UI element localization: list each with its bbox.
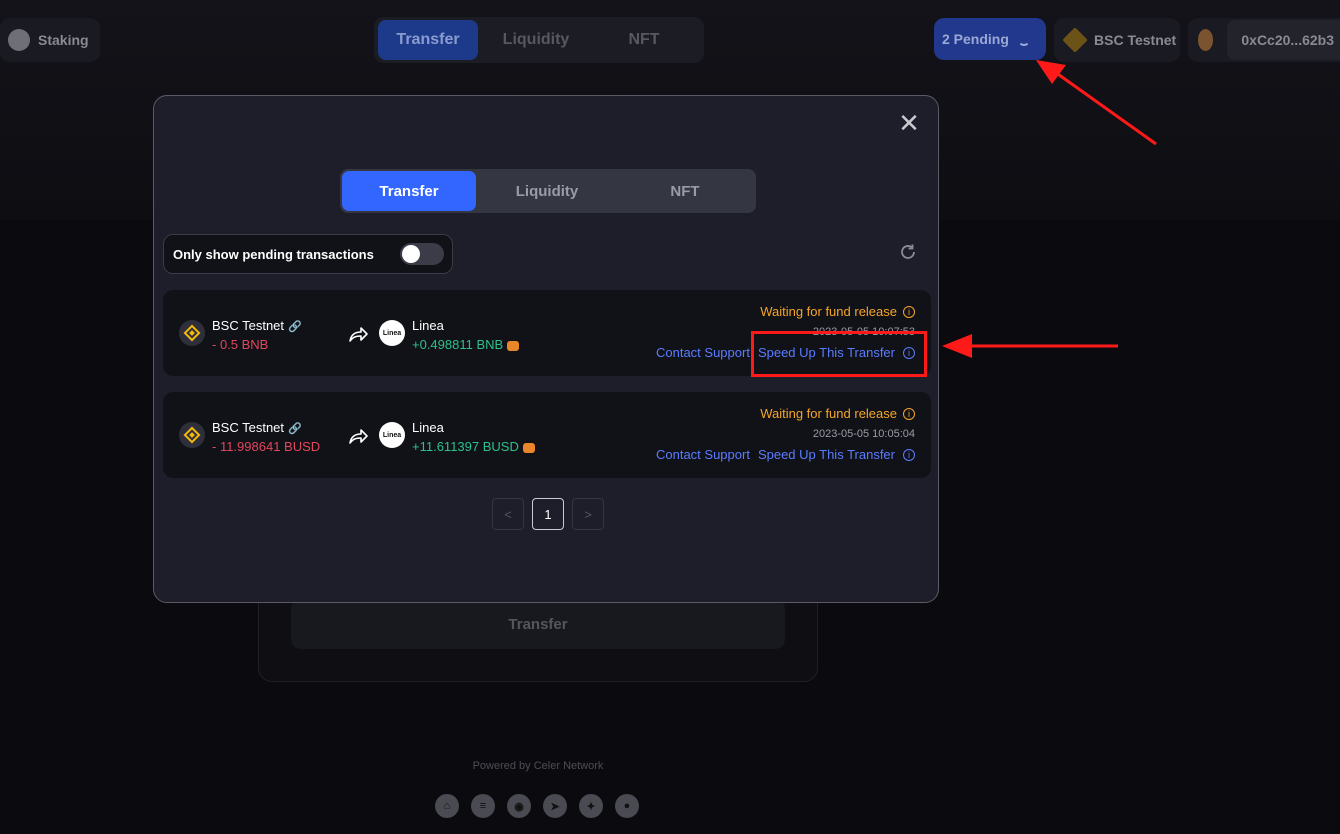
metamask-add-token-icon[interactable]: [507, 340, 520, 351]
pending-button[interactable]: 2 Pending: [934, 18, 1046, 60]
transfer-submit-button[interactable]: Transfer: [291, 599, 785, 649]
docs-icon[interactable]: ≡: [471, 794, 495, 818]
pending-filter: Only show pending transactions: [163, 234, 453, 274]
top-tab-nft[interactable]: NFT: [594, 20, 694, 60]
bnb-chain-icon: [179, 422, 205, 448]
wallet-address: 0xCc20...62b3: [1227, 20, 1340, 60]
linea-chain-icon: Linea: [379, 422, 405, 448]
to-amount: +0.498811 BNB: [412, 337, 520, 352]
row-actions: Contact Support Speed Up This Transfer i: [656, 447, 915, 462]
contact-support-link[interactable]: Contact Support: [656, 447, 750, 462]
toggle-knob: [402, 245, 420, 263]
share-arrow-icon: [349, 327, 368, 342]
home-icon[interactable]: ⌂: [435, 794, 459, 818]
info-icon[interactable]: i: [903, 407, 915, 420]
transaction-row: BSC Testnet 🔗 - 11.998641 BUSD Linea Line…: [163, 392, 931, 478]
refresh-icon[interactable]: [898, 242, 918, 262]
bnb-chain-icon: [179, 320, 205, 346]
staking-icon: [8, 29, 30, 51]
twitter-icon[interactable]: ✦: [579, 794, 603, 818]
contact-support-link[interactable]: Contact Support: [656, 345, 750, 360]
arrow-to-speed-up: [942, 334, 1118, 358]
link-icon[interactable]: 🔗: [288, 321, 302, 333]
from-chain[interactable]: BSC Testnet 🔗: [212, 420, 302, 435]
timestamp: 2023-05-05 10:05:04: [812, 428, 915, 440]
status-text: Waiting for fund release i: [760, 304, 915, 319]
share-arrow-icon: [349, 429, 368, 444]
metamask-icon: [1198, 29, 1214, 51]
loading-spinner-icon: [1018, 34, 1030, 46]
wallet-button[interactable]: 0xCc20...62b3: [1188, 18, 1340, 62]
highlight-box: [751, 331, 927, 377]
info-icon[interactable]: i: [903, 305, 915, 318]
github-icon[interactable]: ●: [615, 794, 639, 818]
telegram-icon[interactable]: ➤: [543, 794, 567, 818]
from-amount: - 0.5 BNB: [212, 337, 269, 352]
modal-tabs: Transfer Liquidity NFT: [340, 169, 756, 213]
staking-label: Staking: [38, 32, 89, 48]
top-nav-tabs: Transfer Liquidity NFT: [374, 17, 704, 63]
pending-filter-label: Only show pending transactions: [173, 246, 374, 262]
close-icon[interactable]: ✕: [898, 110, 920, 136]
linea-chain-icon: Linea: [379, 320, 405, 346]
next-page-button[interactable]: >: [572, 498, 604, 530]
pending-label: 2 Pending: [942, 31, 1009, 47]
prev-page-button[interactable]: <: [492, 498, 524, 530]
modal-tab-nft[interactable]: NFT: [618, 171, 752, 211]
to-amount: +11.611397 BUSD: [412, 439, 535, 454]
discord-icon[interactable]: ◉: [507, 794, 531, 818]
pending-filter-toggle[interactable]: [400, 243, 444, 265]
page-number-button[interactable]: 1: [532, 498, 564, 530]
status-text: Waiting for fund release i: [760, 406, 915, 421]
link-icon[interactable]: 🔗: [288, 423, 302, 435]
bnb-chain-icon: [1062, 27, 1088, 53]
chain-label: BSC Testnet: [1094, 32, 1177, 48]
staking-button[interactable]: Staking: [0, 18, 100, 62]
from-chain[interactable]: BSC Testnet 🔗: [212, 318, 302, 333]
metamask-add-token-icon[interactable]: [522, 442, 535, 453]
to-chain: Linea: [412, 420, 444, 435]
info-icon[interactable]: i: [903, 448, 915, 461]
chain-selector[interactable]: BSC Testnet: [1054, 18, 1180, 62]
speed-up-link[interactable]: Speed Up This Transfer: [758, 447, 895, 462]
top-tab-transfer[interactable]: Transfer: [378, 20, 478, 60]
modal-tab-transfer[interactable]: Transfer: [342, 171, 476, 211]
top-bar: Staking Transfer Liquidity NFT 2 Pending…: [0, 0, 1340, 80]
from-amount: - 11.998641 BUSD: [212, 439, 321, 454]
pagination: < 1 >: [492, 498, 604, 530]
powered-by-text: Powered by Celer Network: [472, 760, 604, 772]
top-tab-liquidity[interactable]: Liquidity: [486, 20, 586, 60]
modal-tab-liquidity[interactable]: Liquidity: [480, 171, 614, 211]
to-chain: Linea: [412, 318, 444, 333]
social-links: ⌂ ≡ ◉ ➤ ✦ ●: [435, 794, 639, 818]
